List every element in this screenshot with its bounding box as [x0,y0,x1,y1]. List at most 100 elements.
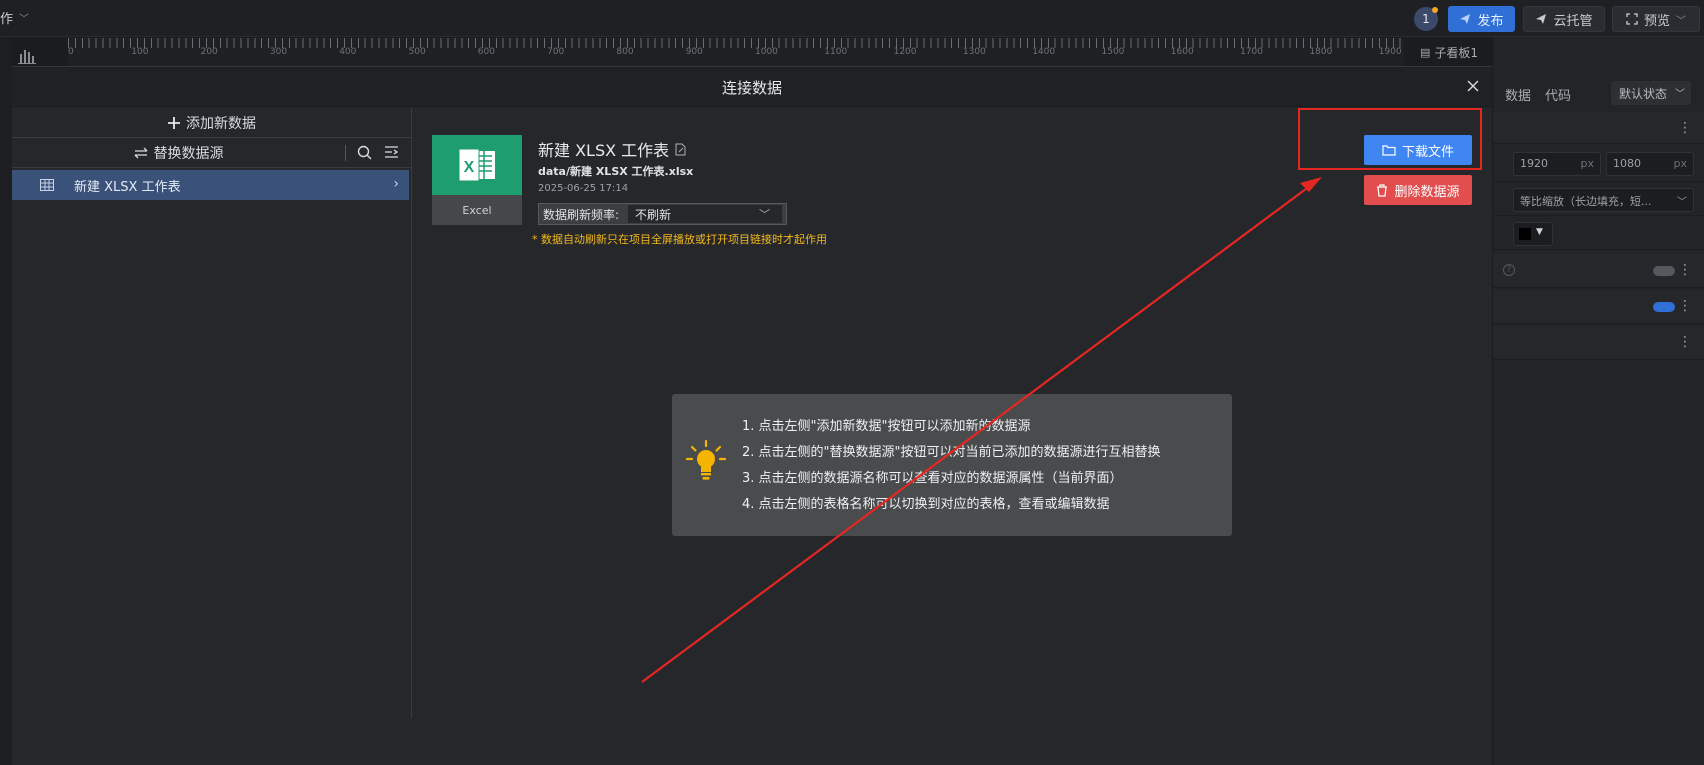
refresh-frequency-value: 不刷新 [635,208,672,222]
refresh-frequency-label: 数据刷新频率: [543,207,620,222]
cloud-hosting-button[interactable]: 云托管 [1523,6,1605,32]
ruler-label: 1900 [1378,47,1402,57]
chart-icon[interactable] [18,48,36,64]
file-path: data/新建 XLSX 工作表.xlsx [538,165,694,178]
top-bar: 作 ﹀ 1 发布 云托管 预览 ﹀ [0,0,1704,37]
file-type-label: Excel [432,195,522,225]
close-icon[interactable] [1462,75,1484,97]
ruler-label: 700 [547,47,565,57]
width-input[interactable]: 1920 px [1513,152,1601,176]
ruler-label: 100 [131,47,149,57]
horizontal-ruler: 0 100 200 300 400 500 600 700 800 900 1000 1100 1200… [68,38,1404,66]
scale-row: 等比缩放（长边填充，短... ﹀ [1493,186,1704,216]
table-icon [40,179,54,191]
file-date: 2025-06-25 17:14 [538,183,629,194]
ruler-label: 500 [408,47,426,57]
tip-item: 4. 点击左侧的表格名称可以切换到对应的表格，查看或编辑数据 [742,497,1110,512]
size-row: 1920 px 1080 px [1493,150,1704,182]
more-icon[interactable]: ⋮ [1678,121,1692,135]
ruler-label: 1300 [962,47,986,57]
replace-source-button[interactable]: 替换数据源 [12,138,345,168]
width-unit: px [1580,157,1595,170]
add-data-button[interactable]: 添加新数据 [12,108,412,138]
toggle-off[interactable] [1653,266,1675,276]
panel-section: ⋮ [1493,290,1704,324]
ruler-label: 800 [616,47,634,57]
more-icon[interactable]: ⋮ [1678,263,1692,277]
swap-icon [134,147,147,159]
height-unit: px [1673,157,1688,170]
caret-down-icon: ▼ [1536,227,1543,237]
file-title: 新建 XLSX 工作表 [538,137,686,161]
chevron-right-icon: › [393,176,399,192]
subboard-breadcrumb[interactable]: ▤ 子看板1 [1420,44,1478,61]
rename-file-icon[interactable] [675,143,686,156]
tips-panel: 1. 点击左侧"添加新数据"按钮可以添加新的数据源 2. 点击左侧的"替换数据源… [672,394,1232,536]
file-menu-label: 作 [0,12,14,27]
left-toolbar [0,37,12,765]
file-title-text: 新建 XLSX 工作表 [538,141,670,160]
ruler-label: 1800 [1309,47,1333,57]
search-icon[interactable] [357,145,372,160]
file-menu[interactable]: 作 ﹀ [0,8,29,27]
refresh-frequency-row: 数据刷新频率: 不刷新 ﹀ [538,203,787,225]
scale-mode-select[interactable]: 等比缩放（长边填充，短... ﹀ [1513,188,1694,212]
tab-data[interactable]: 数据 [1505,85,1531,104]
data-source-item[interactable]: 新建 XLSX 工作表 › [12,170,409,200]
delete-source-button[interactable]: 删除数据源 [1364,175,1472,205]
excel-file-card: X Excel [432,135,522,225]
publish-label: 发布 [1477,13,1504,29]
subboard-label: 子看板1 [1434,46,1479,60]
fullscreen-icon [1626,13,1638,25]
more-icon[interactable]: ⋮ [1678,335,1692,349]
refresh-note: * 数据自动刷新只在项目全屏播放或打开项目链接时才起作用 [532,233,827,246]
avatar[interactable]: 1 [1414,7,1438,31]
chevron-down-icon: ﹀ [1676,15,1686,27]
height-input[interactable]: 1080 px [1606,152,1694,176]
chevron-down-icon: ﹀ [1677,197,1687,208]
ruler-label: 1500 [1101,47,1125,57]
filter-list-icon[interactable] [384,145,399,159]
state-select[interactable]: 默认状态 ﹀ [1611,81,1691,105]
ruler-label: 900 [685,47,703,57]
data-source-name: 新建 XLSX 工作表 [74,179,181,195]
ruler-label: 600 [477,47,495,57]
replace-row: 替换数据源 [12,138,412,168]
panel-section: ⋮ [1493,112,1704,144]
ruler-label: 1000 [755,47,778,57]
ruler-label: 200 [200,47,218,57]
chevron-down-icon: ﹀ [19,14,30,25]
chevron-down-icon: ﹀ [1675,89,1685,100]
notification-dot [1432,7,1438,13]
plus-icon [168,116,180,129]
color-row: ▼ [1493,220,1704,250]
ruler-label: 1200 [893,47,917,57]
properties-tabs: 数据 代码 默认状态 ﹀ [1493,78,1704,112]
tab-code[interactable]: 代码 [1545,85,1571,104]
trash-icon [1377,183,1388,197]
ruler-label: 1400 [1032,47,1056,57]
dialog-title: 连接数据 [721,79,782,97]
refresh-frequency-select[interactable]: 不刷新 ﹀ [628,205,782,223]
scale-mode-value: 等比缩放（长边填充，短... [1520,195,1652,208]
publish-button[interactable]: 发布 [1448,6,1515,32]
help-icon[interactable]: ? [1503,264,1515,276]
add-data-label: 添加新数据 [186,115,256,132]
cloud-hosting-label: 云托管 [1553,13,1593,29]
connect-data-dialog: 连接数据 添加新数据 替换数据源 新建 XLSX 工作表 › X Excel 新… [12,66,1492,765]
height-value: 1080 [1613,157,1641,170]
toggle-on[interactable] [1653,302,1675,312]
color-picker[interactable]: ▼ [1513,222,1553,246]
ruler-label: 1100 [824,47,848,57]
chevron-down-icon: ﹀ [759,208,770,221]
panel-section: ⋮ [1493,326,1704,360]
avatar-count: 1 [1422,12,1430,26]
state-select-value: 默认状态 [1619,87,1668,101]
lightbulb-icon [686,440,726,480]
more-icon[interactable]: ⋮ [1678,299,1692,313]
annotation-highlight-box [1298,108,1482,170]
tips-list: 1. 点击左侧"添加新数据"按钮可以添加新的数据源 2. 点击左侧的"替换数据源… [742,414,1161,518]
ruler-label: 300 [269,47,288,57]
properties-panel [1493,37,1704,765]
preview-button[interactable]: 预览 ﹀ [1612,6,1700,32]
